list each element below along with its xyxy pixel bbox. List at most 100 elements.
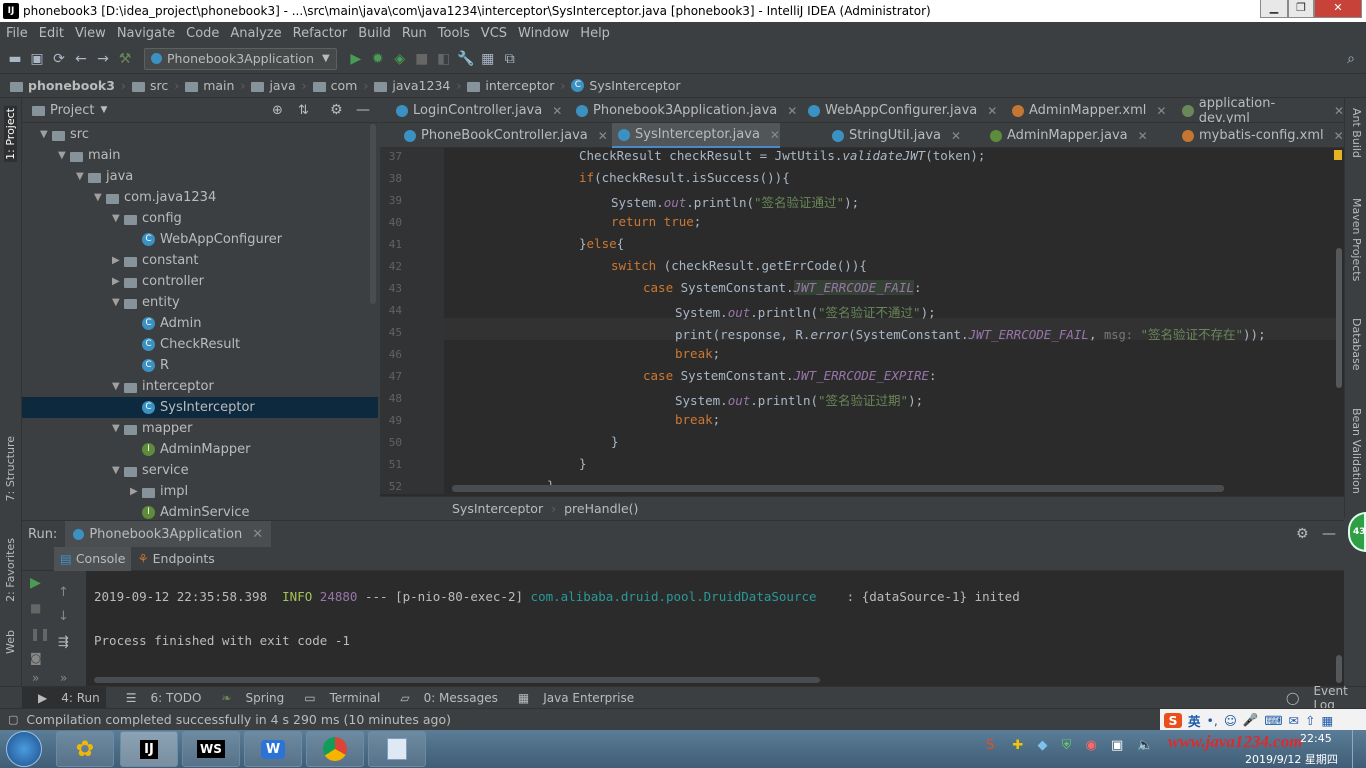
close-icon[interactable]: ✕	[252, 527, 263, 542]
editor-tab-sysinterceptor-java[interactable]: SysInterceptor.java ✕	[612, 123, 780, 148]
tree-item-mapper[interactable]: ▼ mapper	[22, 418, 378, 439]
tree-item-java[interactable]: ▼ java	[22, 166, 378, 187]
breadcrumb-java1234[interactable]: java1234	[370, 78, 454, 93]
vertical-scrollbar[interactable]	[1336, 248, 1342, 388]
editor-tab-adminmapper-xml[interactable]: AdminMapper.xml ✕	[1006, 98, 1166, 123]
start-button[interactable]	[6, 731, 42, 767]
keyboard-icon[interactable]: ⌨	[1264, 713, 1282, 728]
tree-expanded-icon[interactable]: ▼	[58, 150, 70, 161]
tree-item-r[interactable]: CR	[22, 355, 378, 376]
tool-window-maven[interactable]: Maven Projects	[1350, 198, 1363, 281]
settings-wrench-icon[interactable]: 🔧	[455, 51, 477, 67]
close-button[interactable]: ✕	[1314, 0, 1362, 18]
search-everywhere-icon[interactable]: ⌕	[1340, 51, 1362, 67]
close-icon[interactable]: ✕	[770, 128, 780, 142]
tray-sogou-icon[interactable]: S	[986, 738, 994, 753]
attach-icon[interactable]: ◧	[433, 51, 455, 67]
tree-expanded-icon[interactable]: ▼	[112, 297, 124, 308]
debug-icon[interactable]: ✹	[367, 51, 389, 67]
chevron-down-icon[interactable]: ▼	[100, 105, 107, 115]
build-hammer-icon[interactable]: ⚒	[114, 51, 136, 67]
tree-collapsed-icon[interactable]: ▶	[130, 486, 142, 497]
tool-window-structure[interactable]: 7: Structure	[4, 436, 17, 501]
menu-view[interactable]: View	[69, 26, 111, 41]
tree-item-controller[interactable]: ▶ controller	[22, 271, 378, 292]
breadcrumb-java[interactable]: java	[247, 78, 299, 93]
tree-item-src[interactable]: ▼ src	[22, 124, 378, 145]
tree-item-sysinterceptor[interactable]: C SysInterceptor	[22, 397, 378, 418]
menu-window[interactable]: Window	[512, 26, 574, 41]
bottom-tab-terminal[interactable]: ▭ Terminal	[294, 691, 380, 705]
menu-run[interactable]: Run	[396, 26, 432, 41]
tree-item-entity[interactable]: ▼ entity	[22, 292, 378, 313]
toolbox-icon[interactable]: ▦	[1322, 713, 1334, 728]
console-tab[interactable]: ▤ Console	[54, 546, 132, 571]
editor-breadcrumb-method[interactable]: preHandle()	[564, 501, 638, 516]
close-icon[interactable]: ✕	[1334, 129, 1344, 143]
scroll-down-icon[interactable]: ↓	[58, 609, 69, 624]
emoji-icon[interactable]: ☺	[1224, 713, 1237, 728]
taskbar-wps-icon[interactable]: W	[244, 731, 302, 767]
stop-icon[interactable]: ■	[30, 601, 41, 615]
close-icon[interactable]: ✕	[987, 104, 997, 118]
sogou-logo-icon[interactable]: S	[1164, 712, 1182, 728]
tree-expanded-icon[interactable]: ▼	[76, 171, 88, 182]
bottom-tab-run[interactable]: ▶ 4: Run	[22, 687, 106, 708]
editor-tab-mybatis-config-xml[interactable]: mybatis-config.xml ✕	[1176, 123, 1344, 148]
sync-icon[interactable]: ⟳	[48, 51, 70, 67]
camera-icon[interactable]: ◙	[30, 651, 42, 665]
editor-tab-stringutil-java[interactable]: StringUtil.java ✕	[826, 123, 961, 148]
project-structure-icon[interactable]: ▦	[477, 51, 499, 67]
show-desktop-button[interactable]	[1352, 730, 1366, 768]
coverage-icon[interactable]: ◈	[389, 51, 411, 67]
run-icon[interactable]: ▶	[345, 51, 367, 67]
ime-language-toggle[interactable]: 英	[1188, 711, 1201, 730]
tool-window-web[interactable]: Web	[4, 630, 17, 654]
tree-item-main[interactable]: ▼ main	[22, 145, 378, 166]
hide-panel-icon[interactable]: —	[356, 102, 370, 118]
editor-tab-phonebookcontroller-java[interactable]: PhoneBookController.java ✕	[398, 123, 608, 148]
breadcrumb-interceptor[interactable]: interceptor	[463, 78, 558, 93]
stop-icon[interactable]: ■	[411, 51, 433, 67]
save-icon[interactable]: ▣	[26, 51, 48, 67]
menu-navigate[interactable]: Navigate	[111, 26, 180, 41]
menu-code[interactable]: Code	[180, 26, 224, 41]
menu-tools[interactable]: Tools	[432, 26, 475, 41]
tray-cube-icon[interactable]: ◆	[1037, 738, 1047, 753]
horizontal-scrollbar[interactable]	[452, 485, 1224, 492]
menu-help[interactable]: Help	[574, 26, 615, 41]
rerun-icon[interactable]: ▶	[30, 575, 41, 591]
taskbar-intellij-icon[interactable]: IJ	[120, 731, 178, 767]
taskbar-webstorm-icon[interactable]: WS	[182, 731, 240, 767]
tool-window-project[interactable]: 1: Project	[4, 106, 17, 162]
tray-icons[interactable]: S ✚ ◆ ⛨ ◉ ▣ 🔈	[986, 738, 1166, 760]
open-folder-icon[interactable]: ▬	[4, 51, 26, 67]
tree-item-config[interactable]: ▼ config	[22, 208, 378, 229]
close-icon[interactable]: ✕	[1156, 104, 1166, 118]
bottom-tab-java-enterprise[interactable]: ▦ Java Enterprise	[508, 691, 634, 705]
tree-item-service[interactable]: ▼ service	[22, 460, 378, 481]
editor-tab-phonebook3application-java[interactable]: Phonebook3Application.java ✕	[570, 98, 797, 123]
run-tab-phonebook3[interactable]: Phonebook3Application ✕	[65, 521, 272, 547]
breadcrumb-main[interactable]: main	[181, 78, 238, 93]
menu-build[interactable]: Build	[352, 26, 396, 41]
tree-expanded-icon[interactable]: ▼	[40, 129, 52, 140]
tree-collapsed-icon[interactable]: ▶	[112, 276, 124, 287]
gear-icon[interactable]: ⚙	[330, 102, 343, 118]
tree-item-impl[interactable]: ▶ impl	[22, 481, 378, 502]
close-icon[interactable]: ✕	[787, 104, 797, 118]
bottom-tab-todo[interactable]: ☰ 6: TODO	[116, 691, 202, 705]
taskbar-chrome-icon[interactable]	[306, 731, 364, 767]
tree-scrollbar[interactable]	[370, 124, 376, 304]
forward-icon[interactable]: →	[92, 51, 114, 67]
punctuation-icon[interactable]: •,	[1207, 713, 1218, 728]
pause-icon[interactable]: ❚❚	[30, 627, 50, 641]
more-icon[interactable]: »	[32, 671, 39, 685]
code-editor[interactable]: CheckResult checkResult = JwtUtils.valid…	[444, 148, 1340, 494]
soft-wrap-icon[interactable]: ⇶	[58, 635, 69, 650]
close-icon[interactable]: ✕	[1138, 129, 1148, 143]
close-icon[interactable]: ✕	[1334, 104, 1344, 118]
menu-refactor[interactable]: Refactor	[287, 26, 353, 41]
breadcrumb-sysinterceptor[interactable]: C SysInterceptor	[567, 78, 684, 93]
bottom-tab-spring[interactable]: ❧ Spring	[211, 691, 284, 705]
